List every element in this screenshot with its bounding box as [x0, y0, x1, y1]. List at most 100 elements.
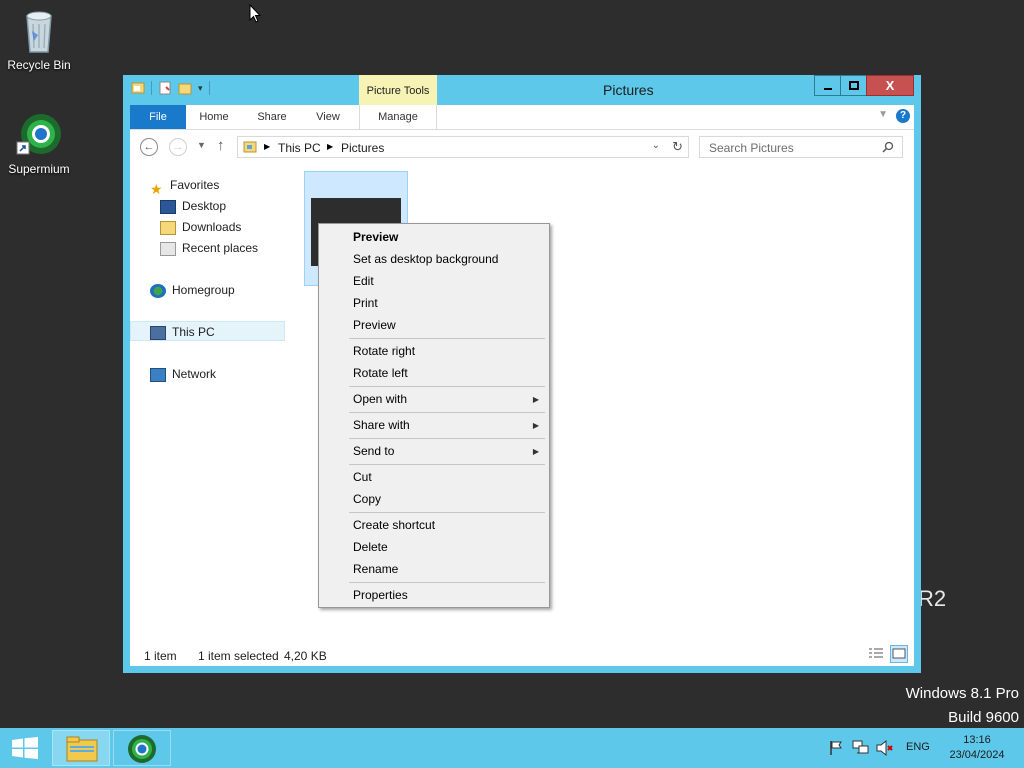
desktop-icon-supermium[interactable]: Supermium — [1, 110, 77, 176]
status-item-count: 1 item — [144, 649, 177, 663]
menu-item-copy[interactable]: Copy — [353, 492, 381, 506]
picture-tools-label: Picture Tools — [359, 75, 437, 105]
minimize-button[interactable] — [814, 75, 841, 96]
taskbar: ENG 13:16 23/04/2024 — [0, 728, 1024, 768]
search-placeholder: Search Pictures — [709, 141, 794, 155]
nav-label: Homegroup — [172, 283, 235, 297]
desktop-icon-recycle-bin[interactable]: Recycle Bin — [1, 6, 77, 72]
action-center-flag-icon[interactable] — [829, 740, 843, 756]
tab-home[interactable]: Home — [192, 105, 236, 129]
clock-date: 23/04/2024 — [949, 749, 1005, 761]
tab-view[interactable]: View — [306, 105, 350, 129]
nav-homegroup[interactable]: Homegroup — [150, 280, 235, 300]
nav-network[interactable]: Network — [150, 364, 216, 384]
tab-manage[interactable]: Manage — [359, 105, 437, 129]
menu-item-cut[interactable]: Cut — [353, 470, 372, 484]
status-selected: 1 item selected — [198, 649, 279, 663]
nav-label: This PC — [172, 325, 215, 339]
status-size: 4,20 KB — [284, 649, 327, 663]
menu-separator — [349, 412, 545, 413]
breadcrumb-pictures[interactable]: Pictures — [341, 141, 384, 155]
taskbar-supermium[interactable] — [113, 730, 171, 766]
menu-separator — [349, 512, 545, 513]
network-tray-icon[interactable] — [852, 739, 870, 757]
windows-logo-icon — [12, 737, 38, 759]
menu-item-delete[interactable]: Delete — [353, 540, 388, 554]
title-bar[interactable]: ▾ Picture Tools Pictures X — [123, 75, 921, 105]
system-clock[interactable]: 13:16 23/04/2024 — [942, 733, 1012, 763]
file-explorer-icon — [66, 736, 98, 762]
menu-item-rotate-left[interactable]: Rotate left — [353, 366, 408, 380]
address-bar[interactable]: ▶ This PC ▶ Pictures ⌄ ↻ — [237, 136, 689, 158]
nav-recent-places[interactable]: Recent places — [160, 238, 258, 258]
supermium-icon — [15, 110, 63, 158]
maximize-icon — [848, 80, 859, 90]
menu-item-create-shortcut[interactable]: Create shortcut — [353, 518, 435, 532]
menu-item-rotate-right[interactable]: Rotate right — [353, 344, 415, 358]
menu-item-rename[interactable]: Rename — [353, 562, 398, 576]
taskbar-file-explorer[interactable] — [52, 730, 110, 766]
computer-icon — [150, 325, 166, 340]
nav-favorites[interactable]: ★ Favorites — [150, 175, 220, 197]
volume-muted-icon[interactable] — [876, 740, 894, 756]
address-dropdown-icon[interactable]: ⌄ — [652, 140, 660, 151]
desktop-icon-label: Supermium — [8, 162, 70, 176]
breadcrumb-separator-icon: ▶ — [264, 142, 271, 151]
tab-share[interactable]: Share — [250, 105, 294, 129]
watermark-os: Windows 8.1 Pro — [905, 685, 1019, 702]
tab-file[interactable]: File — [130, 105, 186, 129]
nav-label: Favorites — [170, 178, 220, 192]
back-arrow-icon: ← — [143, 141, 155, 153]
menu-separator — [349, 338, 545, 339]
clock-time: 13:16 — [963, 734, 991, 746]
input-language-indicator[interactable]: ENG — [906, 741, 930, 753]
properties-icon[interactable] — [158, 81, 172, 95]
menu-item-preview-default[interactable]: Preview — [353, 230, 398, 244]
help-icon[interactable]: ? — [896, 109, 910, 123]
menu-item-set-desktop-background[interactable]: Set as desktop background — [353, 252, 498, 266]
nav-label: Downloads — [182, 220, 242, 234]
menu-item-edit[interactable]: Edit — [353, 274, 374, 288]
large-icons-view-icon[interactable] — [890, 645, 908, 663]
nav-this-pc[interactable]: This PC — [130, 321, 285, 341]
nav-downloads[interactable]: Downloads — [160, 217, 241, 237]
nav-desktop[interactable]: Desktop — [160, 196, 226, 216]
desktop-icon — [160, 199, 176, 214]
nav-label: Desktop — [182, 199, 227, 213]
watermark-build: Build 9600 — [948, 709, 1019, 726]
menu-separator — [349, 464, 545, 465]
close-button[interactable]: X — [866, 75, 914, 96]
homegroup-icon — [150, 283, 166, 298]
supermium-taskbar-icon — [128, 735, 156, 763]
expand-ribbon-icon[interactable]: ▼ — [878, 109, 888, 120]
menu-item-share-with[interactable]: Share with — [353, 418, 410, 432]
refresh-icon[interactable]: ↻ — [672, 139, 683, 155]
menu-item-properties[interactable]: Properties — [353, 588, 408, 602]
qat-dropdown-icon[interactable]: ▾ — [198, 83, 203, 94]
menu-item-send-to[interactable]: Send to — [353, 444, 394, 458]
new-folder-icon[interactable] — [178, 81, 192, 95]
maximize-button[interactable] — [840, 75, 867, 96]
back-button[interactable]: ← — [140, 138, 158, 156]
recent-locations-icon[interactable]: ▼ — [197, 140, 206, 150]
pictures-folder-icon — [243, 141, 257, 153]
forward-button[interactable]: → — [169, 138, 187, 156]
start-button[interactable] — [0, 728, 50, 768]
menu-item-print[interactable]: Print — [353, 296, 378, 310]
details-view-icon[interactable] — [868, 647, 884, 661]
folder-properties-icon[interactable] — [131, 81, 145, 95]
submenu-arrow-icon: ▶ — [532, 421, 539, 430]
menu-item-preview[interactable]: Preview — [353, 318, 396, 332]
breadcrumb-this-pc[interactable]: This PC — [278, 141, 321, 155]
navigation-row: ← → ▼ ↑ ▶ This PC ▶ Pictures ⌄ ↻ Search … — [130, 131, 914, 163]
recent-places-icon — [160, 241, 176, 256]
menu-separator — [349, 438, 545, 439]
search-box[interactable]: Search Pictures — [699, 136, 903, 158]
quick-access-toolbar: ▾ — [131, 81, 210, 95]
nav-label: Network — [172, 367, 217, 381]
up-arrow-icon[interactable]: ↑ — [217, 137, 225, 154]
minimize-icon — [823, 87, 832, 90]
menu-item-open-with[interactable]: Open with — [353, 392, 407, 406]
favorites-star-icon: ★ — [150, 180, 163, 197]
menu-separator — [349, 582, 545, 583]
